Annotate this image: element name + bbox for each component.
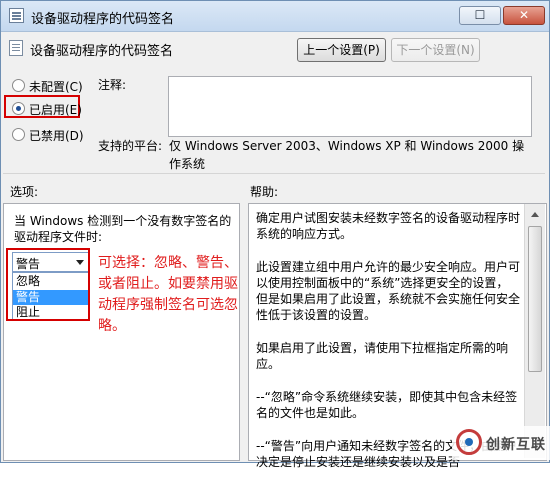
comment-field[interactable] bbox=[168, 76, 532, 137]
watermark-text: 创新互联 bbox=[486, 437, 546, 453]
help-scrollbar[interactable] bbox=[524, 204, 545, 458]
help-paragraph: --“忽略”命令系统继续安装，即使其中包含未经签名的文件也是如此。 bbox=[256, 390, 518, 420]
help-paragraph: 此设置建立组中用户允许的最少安全响应。用户可以使用控制面板中的“系统”选择更安全… bbox=[256, 260, 521, 322]
dropdown-highlight-box bbox=[6, 248, 90, 321]
setting-title: 设备驱动程序的代码签名 bbox=[30, 44, 174, 59]
radio-disabled[interactable]: 已禁用(D) bbox=[12, 127, 84, 144]
brand-logo-icon bbox=[456, 429, 482, 455]
scroll-thumb[interactable] bbox=[528, 226, 542, 372]
options-label: 选项: bbox=[10, 185, 39, 199]
comment-label: 注释: bbox=[98, 78, 127, 92]
next-setting-button[interactable]: 下一个设置(N) bbox=[391, 38, 480, 62]
radio-circle-icon[interactable] bbox=[12, 79, 25, 92]
options-description: 当 Windows 检测到一个没有数字签名的驱动程序文件时: bbox=[14, 214, 232, 244]
radio-selected-icon[interactable] bbox=[12, 102, 25, 115]
help-paragraph: 确定用户试图安装未经数字签名的设备驱动程序时系统的响应方式。 bbox=[256, 211, 521, 241]
platform-label: 支持的平台: bbox=[98, 139, 163, 153]
help-label: 帮助: bbox=[250, 185, 279, 199]
scroll-up-icon[interactable] bbox=[527, 206, 543, 222]
section-divider bbox=[3, 173, 545, 174]
radio-circle-icon[interactable] bbox=[12, 128, 25, 141]
radio-not-configured[interactable]: 未配置(C) bbox=[12, 78, 83, 95]
watermark: 创新互联 bbox=[452, 426, 550, 460]
annotation-text: 可选择：忽略、警告、或者阻止。如要禁用驱动程序强制签名可选忽略。 bbox=[98, 255, 238, 334]
help-paragraph: 如果启用了此设置，请使用下拉框指定所需的响应。 bbox=[256, 341, 509, 371]
maximize-button[interactable]: ☐ bbox=[459, 6, 501, 25]
title-bar[interactable]: 设备驱动程序的代码签名 ☐ ✕ bbox=[1, 1, 549, 32]
policy-icon bbox=[9, 8, 24, 23]
window-title: 设备驱动程序的代码签名 bbox=[31, 12, 175, 27]
previous-setting-button[interactable]: 上一个设置(P) bbox=[297, 38, 386, 62]
setting-icon bbox=[9, 40, 23, 56]
radio-enabled[interactable]: 已启用(E) bbox=[12, 101, 82, 118]
platform-value: 仅 Windows Server 2003、Windows XP 和 Windo… bbox=[169, 139, 525, 171]
close-button[interactable]: ✕ bbox=[503, 6, 545, 25]
